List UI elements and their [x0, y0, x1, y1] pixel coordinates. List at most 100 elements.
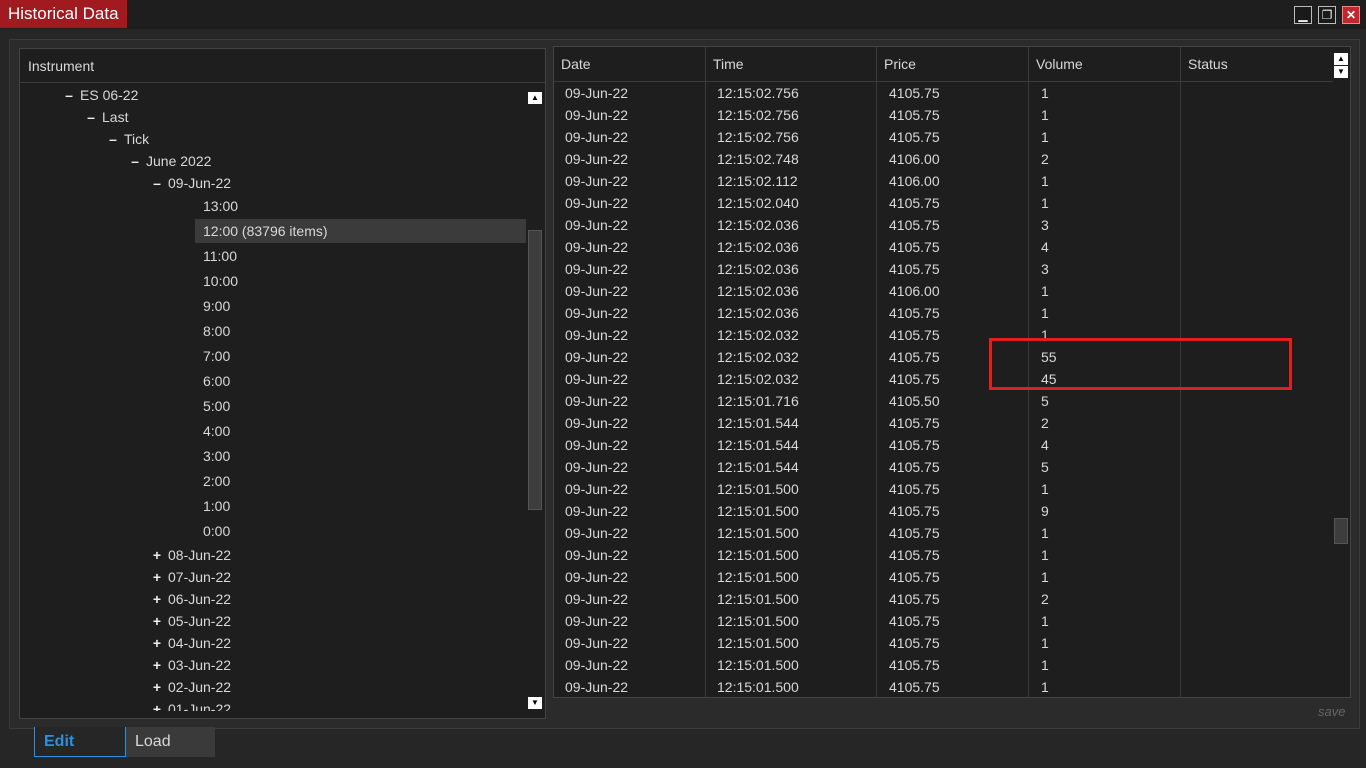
tab-load[interactable]: Load: [126, 727, 215, 757]
tree-hour-item[interactable]: 8:00: [195, 319, 526, 343]
table-row[interactable]: 09-Jun-22 12:15:01.716 4105.50 5: [554, 390, 1333, 412]
tree-hour-item[interactable]: 3:00: [195, 444, 526, 468]
cell-volume: 1: [1041, 525, 1049, 541]
table-row[interactable]: 09-Jun-22 12:15:01.500 4105.75 1: [554, 632, 1333, 654]
cell-price: 4106.00: [889, 283, 940, 299]
table-row[interactable]: 09-Jun-22 12:15:02.036 4105.75 3: [554, 258, 1333, 280]
tree-node-day[interactable]: +02-Jun-22: [146, 676, 231, 698]
cell-volume: 4: [1041, 437, 1049, 453]
tree-node-day[interactable]: +06-Jun-22: [146, 588, 231, 610]
cell-volume: 1: [1041, 305, 1049, 321]
table-row[interactable]: 09-Jun-22 12:15:01.500 4105.75 1: [554, 676, 1333, 696]
tree-hour-item[interactable]: 6:00: [195, 369, 526, 393]
scroll-up-icon[interactable]: ▲: [1334, 53, 1348, 65]
tree-hour-item[interactable]: 12:00 (83796 items): [195, 219, 526, 243]
table-row[interactable]: 09-Jun-22 12:15:02.756 4105.75 1: [554, 126, 1333, 148]
cell-price: 4105.75: [889, 261, 940, 277]
grid-header: Date Time Price Volume Status: [554, 47, 1333, 82]
table-row[interactable]: 09-Jun-22 12:15:02.036 4105.75 4: [554, 236, 1333, 258]
table-row[interactable]: 09-Jun-22 12:15:01.500 4105.75 9: [554, 500, 1333, 522]
cell-date: 09-Jun-22: [565, 151, 629, 167]
expand-icon[interactable]: +: [146, 544, 168, 566]
cell-date: 09-Jun-22: [565, 679, 629, 695]
tree-hour-item[interactable]: 5:00: [195, 394, 526, 418]
tree-node-label: ES 06-22: [80, 87, 139, 103]
cell-time: 12:15:02.036: [717, 261, 799, 277]
column-header-date[interactable]: Date: [554, 47, 706, 81]
table-row[interactable]: 09-Jun-22 12:15:01.544 4105.75 4: [554, 434, 1333, 456]
tree-node-day[interactable]: +05-Jun-22: [146, 610, 231, 632]
cell-time: 12:15:02.036: [717, 217, 799, 233]
collapse-icon[interactable]: –: [146, 172, 168, 194]
expand-icon[interactable]: +: [146, 632, 168, 654]
scroll-thumb[interactable]: [1334, 518, 1348, 544]
scroll-thumb[interactable]: [528, 230, 542, 510]
minimize-icon[interactable]: ▁: [1294, 6, 1312, 24]
table-row[interactable]: 09-Jun-22 12:15:02.036 4105.75 3: [554, 214, 1333, 236]
expand-icon[interactable]: +: [146, 588, 168, 610]
tree-node-day[interactable]: +08-Jun-22: [146, 544, 231, 566]
table-row[interactable]: 09-Jun-22 12:15:01.544 4105.75 2: [554, 412, 1333, 434]
tree-hour-item[interactable]: 13:00: [195, 194, 526, 218]
tree-scrollbar[interactable]: ▲ ▼: [526, 92, 544, 712]
table-row[interactable]: 09-Jun-22 12:15:02.036 4106.00 1: [554, 280, 1333, 302]
tree-hour-item[interactable]: 9:00: [195, 294, 526, 318]
cell-volume: 1: [1041, 85, 1049, 101]
tree-node-day[interactable]: +07-Jun-22: [146, 566, 231, 588]
table-row[interactable]: 09-Jun-22 12:15:01.500 4105.75 1: [554, 522, 1333, 544]
table-row[interactable]: 09-Jun-22 12:15:01.500 4105.75 2: [554, 588, 1333, 610]
table-row[interactable]: 09-Jun-22 12:15:01.544 4105.75 5: [554, 456, 1333, 478]
cell-price: 4105.75: [889, 679, 940, 695]
collapse-icon[interactable]: –: [80, 106, 102, 128]
close-icon[interactable]: ✕: [1342, 6, 1360, 24]
tree-hour-item[interactable]: 2:00: [195, 469, 526, 493]
collapse-icon[interactable]: –: [124, 150, 146, 172]
collapse-icon[interactable]: –: [102, 128, 124, 150]
tree-node-instrument[interactable]: – ES 06-22: [58, 84, 138, 106]
tree-node-last[interactable]: – Last: [80, 106, 128, 128]
column-header-volume[interactable]: Volume: [1029, 47, 1181, 81]
tree-node-tick[interactable]: – Tick: [102, 128, 149, 150]
table-row[interactable]: 09-Jun-22 12:15:02.748 4106.00 2: [554, 148, 1333, 170]
title-bar: Historical Data ▁ ❐ ✕: [0, 0, 1366, 29]
grid-scrollbar[interactable]: ▲ ▼: [1333, 47, 1350, 697]
table-row[interactable]: 09-Jun-22 12:15:02.040 4105.75 1: [554, 192, 1333, 214]
tree-node-day[interactable]: +03-Jun-22: [146, 654, 231, 676]
table-row[interactable]: 09-Jun-22 12:15:02.036 4105.75 1: [554, 302, 1333, 324]
table-row[interactable]: 09-Jun-22 12:15:01.500 4105.75 1: [554, 478, 1333, 500]
tree-hour-item[interactable]: 7:00: [195, 344, 526, 368]
save-link[interactable]: save: [1318, 704, 1345, 719]
tree-hour-item[interactable]: 4:00: [195, 419, 526, 443]
expand-icon[interactable]: +: [146, 654, 168, 676]
column-header-price[interactable]: Price: [877, 47, 1029, 81]
scroll-up-icon[interactable]: ▲: [528, 92, 542, 104]
expand-icon[interactable]: +: [146, 610, 168, 632]
tree-hour-item[interactable]: 0:00: [195, 519, 526, 543]
tree-node-day-expanded[interactable]: –09-Jun-22: [146, 172, 231, 194]
tree-node-day[interactable]: +01-Jun-22: [146, 698, 231, 711]
expand-icon[interactable]: +: [146, 676, 168, 698]
tree-node-month[interactable]: – June 2022: [124, 150, 211, 172]
table-row[interactable]: 09-Jun-22 12:15:02.756 4105.75 1: [554, 104, 1333, 126]
tree-hour-item[interactable]: 10:00: [195, 269, 526, 293]
expand-icon[interactable]: +: [146, 698, 168, 711]
scroll-down-icon[interactable]: ▼: [1334, 66, 1348, 78]
table-row[interactable]: 09-Jun-22 12:15:01.500 4105.75 1: [554, 544, 1333, 566]
tree-node-day[interactable]: +04-Jun-22: [146, 632, 231, 654]
restore-icon[interactable]: ❐: [1318, 6, 1336, 24]
table-row[interactable]: 09-Jun-22 12:15:01.500 4105.75 1: [554, 654, 1333, 676]
cell-date: 09-Jun-22: [565, 327, 629, 343]
table-row[interactable]: 09-Jun-22 12:15:01.500 4105.75 1: [554, 610, 1333, 632]
table-row[interactable]: 09-Jun-22 12:15:02.756 4105.75 1: [554, 82, 1333, 104]
tree-hour-item[interactable]: 11:00: [195, 244, 526, 268]
tree-hour-item[interactable]: 1:00: [195, 494, 526, 518]
cell-volume: 2: [1041, 415, 1049, 431]
expand-icon[interactable]: +: [146, 566, 168, 588]
scroll-down-icon[interactable]: ▼: [528, 697, 542, 709]
tab-edit[interactable]: Edit: [34, 727, 126, 757]
column-header-status[interactable]: Status: [1181, 47, 1333, 81]
column-header-time[interactable]: Time: [706, 47, 877, 81]
collapse-icon[interactable]: –: [58, 84, 80, 106]
table-row[interactable]: 09-Jun-22 12:15:01.500 4105.75 1: [554, 566, 1333, 588]
table-row[interactable]: 09-Jun-22 12:15:02.112 4106.00 1: [554, 170, 1333, 192]
